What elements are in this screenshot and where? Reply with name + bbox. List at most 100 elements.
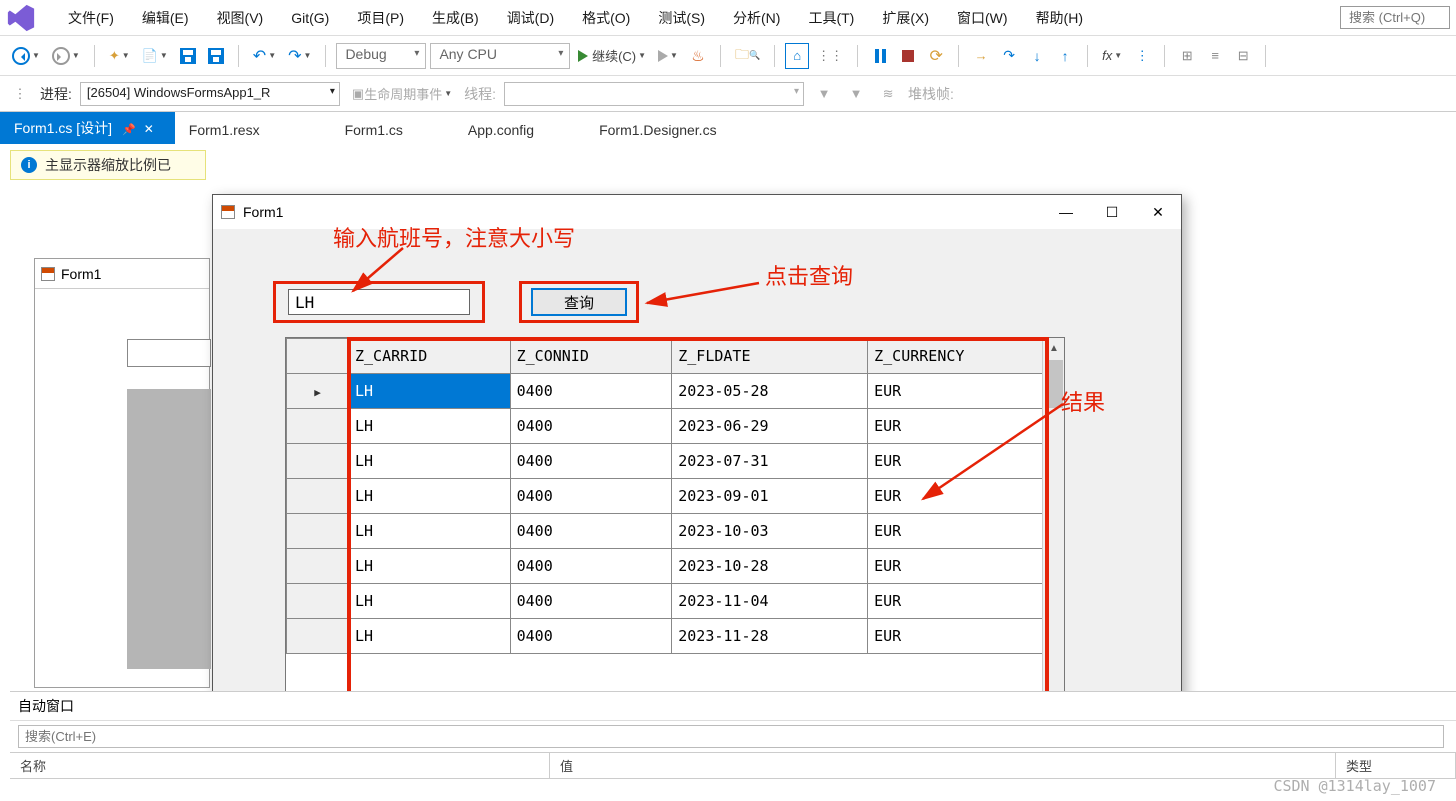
menu-item[interactable]: 窗口(W) (943, 2, 1022, 34)
cell-fldate[interactable]: 2023-05-28 (672, 374, 868, 409)
menu-item[interactable]: 调试(D) (493, 2, 568, 34)
save-all-button[interactable] (204, 43, 228, 69)
nav-forward-button[interactable]: ▼ (48, 43, 84, 69)
process-combo[interactable]: [26504] WindowsFormsApp1_R (80, 82, 340, 106)
cell-currency[interactable]: EUR (868, 409, 1064, 444)
lifecycle-button[interactable]: ▣ 生命周期事件 ▼ (348, 81, 456, 107)
tab-form1-resx[interactable]: Form1.resx (175, 116, 281, 144)
flight-input[interactable] (288, 289, 470, 315)
browse-button[interactable]: 🗀🔍 (731, 43, 764, 69)
cell-fldate[interactable]: 2023-09-01 (672, 479, 868, 514)
cell-currency[interactable]: EUR (868, 514, 1064, 549)
menu-item[interactable]: 文件(F) (54, 2, 128, 34)
col-carrid[interactable]: Z_CARRID (349, 339, 511, 374)
cell-carrid[interactable]: LH (349, 479, 511, 514)
menu-item[interactable]: 帮助(H) (1022, 2, 1097, 34)
cell-currency[interactable]: EUR (868, 619, 1064, 654)
new-project-button[interactable]: ✦▼ (105, 43, 134, 69)
hot-reload-button[interactable]: ♨ (686, 43, 710, 69)
thread-combo[interactable] (504, 82, 804, 106)
cell-connid[interactable]: 0400 (510, 409, 672, 444)
menu-item[interactable]: 编辑(E) (128, 2, 203, 34)
menu-item[interactable]: 测试(S) (644, 2, 719, 34)
cell-carrid[interactable]: LH (349, 514, 511, 549)
cell-currency[interactable]: EUR (868, 479, 1064, 514)
show-next-statement-button[interactable]: → (969, 43, 993, 69)
toolbox-icon[interactable]: ⋮⋮ (813, 43, 847, 69)
query-button[interactable]: 查询 (531, 288, 627, 316)
tab-form1-designer-cs[interactable]: Form1.Designer.cs (585, 116, 737, 144)
col-currency[interactable]: Z_CURRENCY (868, 339, 1064, 374)
table-row[interactable]: LH04002023-07-31EUR (287, 444, 1064, 479)
cell-carrid[interactable]: LH (349, 549, 511, 584)
scroll-up-icon[interactable]: ▲ (1043, 338, 1065, 358)
step-out-button[interactable]: ↑ (1053, 43, 1077, 69)
col-fldate[interactable]: Z_FLDATE (672, 339, 868, 374)
menu-item[interactable]: 工具(T) (794, 2, 868, 34)
close-icon[interactable]: ✕ (144, 122, 154, 136)
cell-currency[interactable]: EUR (868, 549, 1064, 584)
search-input[interactable] (1340, 6, 1450, 29)
autos-col-value[interactable]: 值 (550, 753, 1336, 778)
cell-connid[interactable]: 0400 (510, 619, 672, 654)
cell-carrid[interactable]: LH (349, 619, 511, 654)
arrange-icon[interactable]: ⊟ (1231, 43, 1255, 69)
cell-carrid[interactable]: LH (349, 444, 511, 479)
row-header[interactable] (287, 584, 349, 619)
scroll-thumb[interactable] (1045, 360, 1063, 408)
col-connid[interactable]: Z_CONNID (510, 339, 672, 374)
step-over-button[interactable]: ↷ (997, 43, 1021, 69)
restart-button[interactable]: ⟳ (924, 43, 948, 69)
cell-connid[interactable]: 0400 (510, 444, 672, 479)
start-no-debug-button[interactable]: ▼ (654, 43, 682, 69)
cell-carrid[interactable]: LH (349, 584, 511, 619)
menu-item[interactable]: 扩展(X) (868, 2, 943, 34)
row-header[interactable] (287, 549, 349, 584)
row-header[interactable] (287, 479, 349, 514)
save-button[interactable] (176, 43, 200, 69)
cell-connid[interactable]: 0400 (510, 514, 672, 549)
cell-connid[interactable]: 0400 (510, 584, 672, 619)
align-icon-2[interactable]: ≡ (1203, 43, 1227, 69)
menu-item[interactable]: Git(G) (277, 4, 343, 32)
cell-currency[interactable]: EUR (868, 584, 1064, 619)
menu-item[interactable]: 分析(N) (719, 2, 794, 34)
cell-connid[interactable]: 0400 (510, 479, 672, 514)
menu-item[interactable]: 项目(P) (343, 2, 418, 34)
autos-col-type[interactable]: 类型 (1336, 753, 1456, 778)
filter-icon-2[interactable]: ▼ (844, 81, 868, 107)
cell-currency[interactable]: EUR (868, 444, 1064, 479)
tab-form1-cs[interactable]: Form1.cs (331, 116, 424, 144)
tab-form1-design[interactable]: Form1.cs [设计]📌✕ (0, 112, 175, 144)
cell-fldate[interactable]: 2023-10-03 (672, 514, 868, 549)
table-row[interactable]: LH04002023-10-28EUR (287, 549, 1064, 584)
filter-icon-1[interactable]: ▼ (812, 81, 836, 107)
cell-carrid[interactable]: LH (349, 374, 511, 409)
format-icon[interactable]: fx▼ (1098, 43, 1126, 69)
table-row[interactable]: LH04002023-09-01EUR (287, 479, 1064, 514)
tab-app-config[interactable]: App.config (454, 116, 555, 144)
row-header[interactable] (287, 514, 349, 549)
row-header[interactable] (287, 374, 349, 409)
data-grid[interactable]: Z_CARRID Z_CONNID Z_FLDATE Z_CURRENCY LH… (285, 337, 1065, 731)
table-row[interactable]: LH04002023-06-29EUR (287, 409, 1064, 444)
row-header[interactable] (287, 409, 349, 444)
dotted-icon[interactable]: ⋮ (1130, 43, 1154, 69)
table-row[interactable]: LH04002023-11-04EUR (287, 584, 1064, 619)
open-file-button[interactable]: 📄▼ (138, 43, 172, 69)
continue-button[interactable]: 继续(C)▼ (574, 43, 650, 69)
close-button[interactable]: ✕ (1135, 195, 1181, 229)
home-icon[interactable]: ⌂ (785, 43, 809, 69)
align-icon-1[interactable]: ⊞ (1175, 43, 1199, 69)
menu-item[interactable]: 视图(V) (203, 2, 278, 34)
step-into-button[interactable]: ↓ (1025, 43, 1049, 69)
config-combo[interactable]: Debug (336, 43, 426, 69)
menu-item[interactable]: 生成(B) (418, 2, 493, 34)
cell-carrid[interactable]: LH (349, 409, 511, 444)
row-header[interactable] (287, 619, 349, 654)
nav-back-button[interactable]: ▼ (8, 43, 44, 69)
cell-fldate[interactable]: 2023-10-28 (672, 549, 868, 584)
cell-fldate[interactable]: 2023-11-28 (672, 619, 868, 654)
platform-combo[interactable]: Any CPU (430, 43, 570, 69)
cell-currency[interactable]: EUR (868, 374, 1064, 409)
